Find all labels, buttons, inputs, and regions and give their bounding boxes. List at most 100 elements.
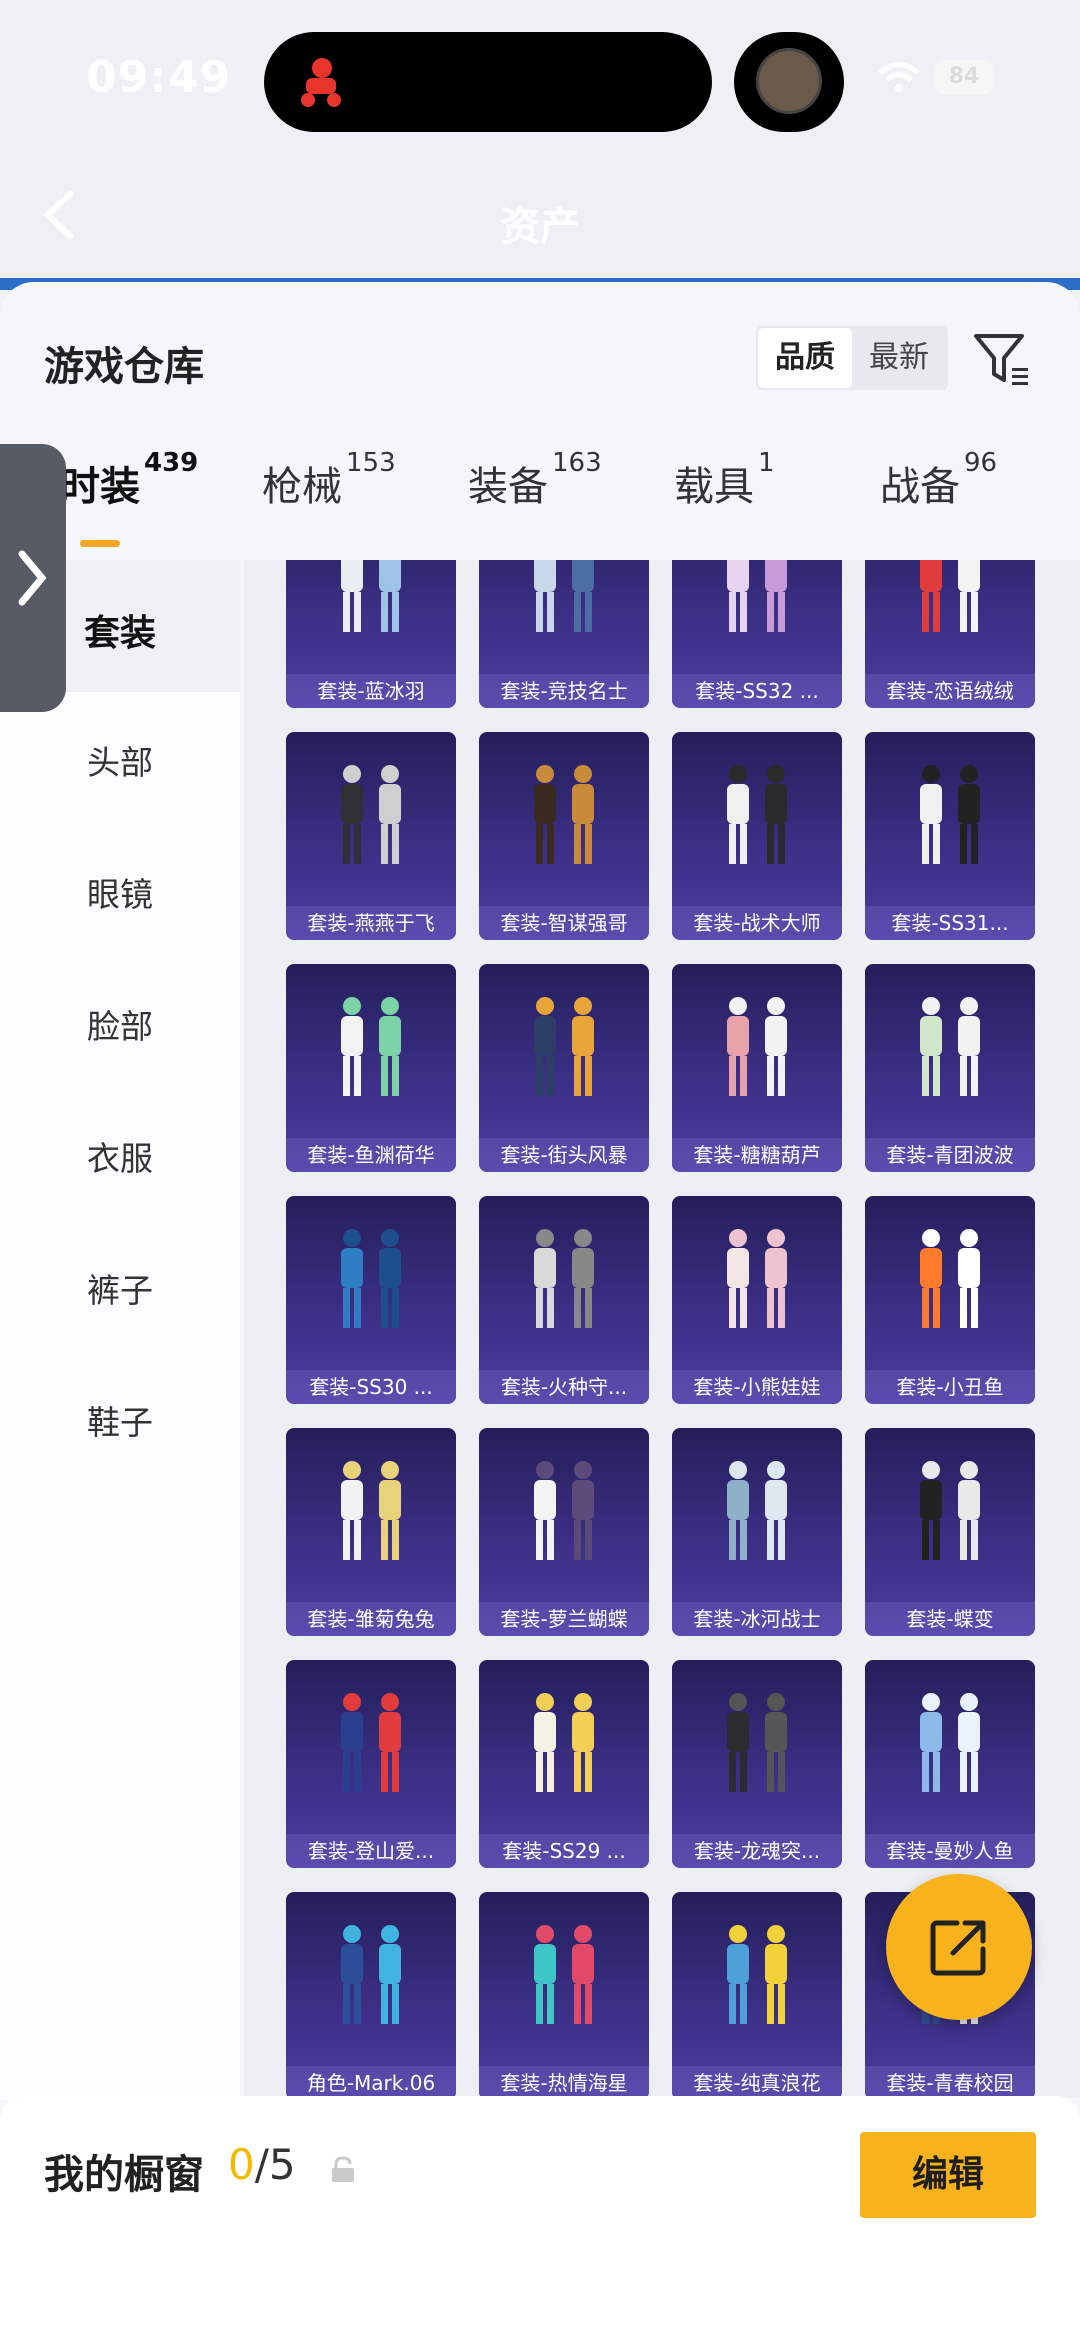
outfit-image [341,1925,401,2024]
page-title: 资产 [500,204,580,250]
item-card[interactable]: 套装-雏菊兔兔 [286,1428,456,1636]
showcase-label: 我的橱窗 [44,2152,204,2198]
item-card[interactable]: 套装-萝兰蝴蝶 [479,1428,649,1636]
item-label: 套装-竞技名士 [479,674,649,708]
tab-guns[interactable]: 枪械153 [262,448,396,560]
sidebar-item-face[interactable]: 脸部 [0,1000,240,1048]
item-label: 套装-SS30 ... [286,1370,456,1404]
tab-count: 153 [346,448,396,478]
item-card[interactable]: 套装-街头风暴 [479,964,649,1172]
item-card[interactable]: 套装-竞技名士 [479,560,649,708]
outfit-image [920,1229,980,1328]
outfit-image [727,1229,787,1328]
item-label: 套装-SS31... [865,906,1035,940]
item-label: 套装-纯真浪花 [672,2066,842,2098]
outfit-image [727,560,787,632]
item-grid: 套装-蓝冰羽 套装-竞技名士 套装-SS32 ... 套装-恋语绒绒 套装-燕燕于飞 套装… [244,560,1080,2098]
item-card[interactable]: 套装-冰河战士 [672,1428,842,1636]
item-label: 角色-Mark.06 [286,2066,456,2098]
tab-equipment[interactable]: 装备163 [468,448,602,560]
item-card[interactable]: 套装-燕燕于飞 [286,732,456,940]
item-card[interactable]: 套装-智谋强哥 [479,732,649,940]
item-card[interactable]: 套装-纯真浪花 [672,1892,842,2098]
item-label: 套装-青团波波 [865,1138,1035,1172]
active-tab-indicator [80,540,120,547]
outfit-image [534,1229,594,1328]
tab-label: 装备 [468,464,548,510]
item-label: 套装-热情海星 [479,2066,649,2098]
sort-quality-button[interactable]: 品质 [758,328,852,388]
item-card[interactable]: 套装-SS32 ... [672,560,842,708]
sidebar-item-clothes[interactable]: 衣服 [0,1132,240,1180]
showcase-bar: 我的橱窗 0/5 编辑 [0,2096,1080,2341]
item-label: 套装-小丑鱼 [865,1370,1035,1404]
item-card[interactable]: 套装-SS30 ... [286,1196,456,1404]
camera-avatar [734,32,844,132]
item-label: 套装-冰河战士 [672,1602,842,1636]
item-card[interactable]: 套装-SS31... [865,732,1035,940]
tab-supplies[interactable]: 战备96 [880,448,997,560]
share-button[interactable] [886,1874,1032,2020]
item-label: 套装-鱼渊荷华 [286,1138,456,1172]
category-tabs: 时装439 枪械153 装备163 载具1 战备96 [0,448,1080,560]
outfit-image [534,997,594,1096]
outfit-image [341,1693,401,1792]
sidebar-item-head[interactable]: 头部 [0,736,240,784]
item-label: 套装-智谋强哥 [479,906,649,940]
status-bar: 09:49 84 [0,0,1080,150]
item-card[interactable]: 套装-糖糖葫芦 [672,964,842,1172]
drawer-chevron-icon [18,550,47,606]
outfit-image [341,765,401,864]
tab-count: 1 [758,448,775,478]
item-card[interactable]: 套装-恋语绒绒 [865,560,1035,708]
status-time: 09:49 [86,52,232,103]
showcase-count: 0/5 [228,2140,296,2189]
item-card[interactable]: 套装-青团波波 [865,964,1035,1172]
outfit-image [534,560,594,632]
item-card[interactable]: 套装-SS29 ... [479,1660,649,1868]
item-card[interactable]: 套装-小丑鱼 [865,1196,1035,1404]
showcase-total: /5 [254,2140,296,2189]
outfit-image [727,1693,787,1792]
item-label: 套装-燕燕于飞 [286,906,456,940]
item-label: 套装-SS32 ... [672,674,842,708]
side-drawer-handle[interactable] [0,444,66,712]
outfit-image [534,1925,594,2024]
sidebar-item-shoes[interactable]: 鞋子 [0,1396,240,1444]
outfit-image [920,560,980,632]
item-label: 套装-登山爱... [286,1834,456,1868]
item-card[interactable]: 套装-登山爱... [286,1660,456,1868]
item-card[interactable]: 套装-战术大师 [672,732,842,940]
sidebar-item-pants[interactable]: 裤子 [0,1264,240,1312]
item-label: 套装-曼妙人鱼 [865,1834,1035,1868]
delivery-app-icon [301,58,341,107]
item-label: 套装-蓝冰羽 [286,674,456,708]
item-label: 套装-雏菊兔兔 [286,1602,456,1636]
item-card[interactable]: 角色-Mark.06 [286,1892,456,2098]
item-label: 套装-火种守... [479,1370,649,1404]
item-card[interactable]: 套装-蝶变 [865,1428,1035,1636]
share-icon [930,1920,986,1976]
tab-vehicles[interactable]: 载具1 [674,448,775,560]
item-card[interactable]: 套装-小熊娃娃 [672,1196,842,1404]
sidebar-item-glasses[interactable]: 眼镜 [0,868,240,916]
sort-toggle: 品质 最新 [756,326,948,390]
outfit-image [534,765,594,864]
item-card[interactable]: 套装-热情海星 [479,1892,649,2098]
sort-latest-button[interactable]: 最新 [852,326,946,390]
item-label: 套装-萝兰蝴蝶 [479,1602,649,1636]
item-card[interactable]: 套装-曼妙人鱼 [865,1660,1035,1868]
avatar [756,48,822,114]
outfit-image [727,765,787,864]
tab-count: 439 [144,448,199,478]
item-card[interactable]: 套装-龙魂突... [672,1660,842,1868]
nav-header: 资产 [0,150,1080,280]
item-card[interactable]: 套装-火种守... [479,1196,649,1404]
edit-button[interactable]: 编辑 [860,2132,1036,2218]
item-label: 套装-战术大师 [672,906,842,940]
tab-label: 枪械 [262,464,342,510]
outfit-image [920,765,980,864]
filter-icon[interactable] [972,330,1032,390]
item-card[interactable]: 套装-蓝冰羽 [286,560,456,708]
item-card[interactable]: 套装-鱼渊荷华 [286,964,456,1172]
